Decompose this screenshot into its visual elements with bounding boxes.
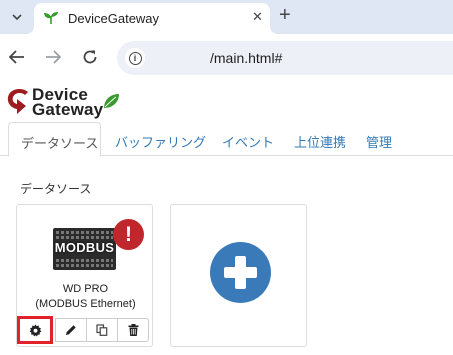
delete-button[interactable]	[117, 318, 149, 342]
logo-arrow-icon	[7, 89, 29, 114]
device-action-buttons	[17, 316, 149, 344]
main-nav-tabs: データソース バッファリング イベント 上位連携 管理	[0, 122, 453, 157]
device-protocol: (MODBUS Ethernet)	[35, 298, 136, 310]
reload-icon[interactable]	[80, 47, 100, 67]
copy-icon	[96, 324, 108, 336]
add-data-source-card[interactable]	[170, 204, 307, 347]
tab-search-chevron-icon[interactable]	[7, 8, 27, 26]
browser-tab[interactable]: DeviceGateway ✕	[26, 3, 278, 34]
device-label: WD PRO (MODBUS Ethernet)	[17, 282, 154, 312]
trash-icon	[128, 324, 138, 336]
new-tab-button[interactable]: +	[279, 4, 291, 27]
logo-leaf-icon	[104, 94, 119, 108]
tab-buffering[interactable]: バッファリング	[115, 122, 206, 156]
tab-event[interactable]: イベント	[222, 122, 274, 156]
pencil-icon	[66, 325, 76, 335]
device-card: MODBUS ! WD PRO (MODBUS Ethernet)	[16, 204, 153, 347]
device-image-label: MODBUS	[54, 240, 115, 255]
back-arrow-icon[interactable]	[7, 47, 27, 67]
close-tab-icon[interactable]: ✕	[252, 9, 263, 25]
tab-admin[interactable]: 管理	[366, 122, 392, 156]
tab-upstream[interactable]: 上位連携	[294, 122, 346, 156]
browser-toolbar: i /main.html#	[0, 34, 453, 81]
section-title: データソース	[20, 182, 92, 196]
logo-text-gateway: Gateway	[32, 100, 104, 119]
device-name: WD PRO	[62, 283, 109, 295]
add-plus-icon[interactable]	[210, 242, 271, 303]
edit-button[interactable]	[55, 318, 87, 342]
tab-data-source[interactable]: データソース	[8, 122, 101, 157]
browser-tab-strip: DeviceGateway ✕ +	[0, 0, 453, 34]
gear-icon	[29, 323, 41, 337]
alert-icon[interactable]: !	[113, 219, 144, 250]
forward-arrow-icon[interactable]	[43, 47, 63, 67]
device-gateway-logo: Device Gateway	[4, 84, 124, 120]
url-text[interactable]: /main.html#	[210, 50, 282, 66]
leaf-favicon-icon	[44, 12, 58, 25]
copy-button[interactable]	[86, 318, 118, 342]
address-bar[interactable]: i /main.html#	[117, 41, 453, 75]
settings-button[interactable]	[17, 316, 53, 344]
tab-title: DeviceGateway	[68, 11, 160, 26]
device-image: MODBUS	[53, 228, 116, 270]
site-info-icon[interactable]: i	[125, 48, 145, 68]
